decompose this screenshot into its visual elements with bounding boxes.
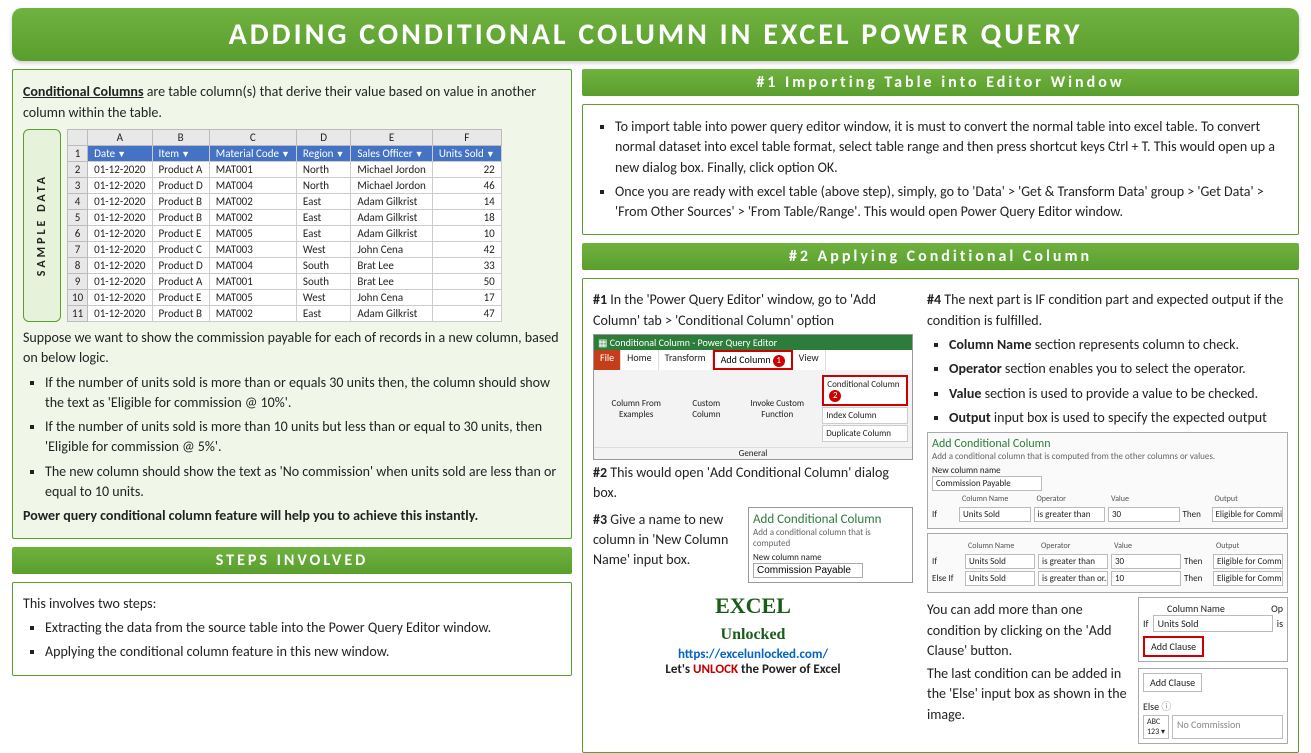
list-item: Once you are ready with excel table (abo…	[615, 182, 1288, 223]
tab-transform: Transform	[659, 350, 713, 370]
step1-num: #1	[593, 291, 607, 308]
conditional-column-btn: Conditional Column2	[822, 375, 908, 406]
step3-text: Give a name to new column in 'New Column…	[593, 511, 728, 569]
excel-icon: ▦	[598, 336, 607, 349]
sec2-box: #1 In the 'Power Query Editor' window, g…	[582, 278, 1299, 753]
last-cond-text: The last condition can be added in the '…	[927, 664, 1128, 725]
index-column-btn: Index Column	[822, 407, 908, 424]
list-item: Output input box is used to specify the …	[949, 408, 1288, 428]
cond-dialog-screenshot-2: Column NameOperatorValueOutput IfUnits S…	[927, 533, 1288, 593]
steps-box: This involves two steps: Extracting the …	[12, 582, 572, 676]
add-clause-screenshot: Column NameOp IfUnits Soldis Add Clause	[1138, 597, 1288, 662]
step2-num: #2	[593, 464, 607, 481]
list-item: Value section is used to provide a value…	[949, 384, 1288, 404]
new-column-name-input	[753, 563, 863, 578]
steps-list: Extracting the data from the source tabl…	[23, 618, 561, 663]
tab-add-column: Add Column1	[713, 350, 793, 370]
logic-list: If the number of units sold is more than…	[23, 373, 561, 503]
step1-text: In the 'Power Query Editor' window, go t…	[593, 291, 876, 328]
list-item: If the number of units sold is more than…	[45, 373, 561, 414]
list-item: To import table into power query editor …	[615, 117, 1288, 178]
step2-text: This would open 'Add Conditional Column'…	[593, 464, 889, 501]
list-item: Operator section enables you to select t…	[949, 359, 1288, 379]
step4-num: #4	[927, 291, 941, 308]
site-link[interactable]: https://excelunlocked.com/	[678, 647, 828, 662]
add-clause-button: Add Clause	[1143, 636, 1204, 657]
steps-header: STEPS INVOLVED	[12, 547, 572, 574]
tab-home: Home	[621, 350, 658, 370]
list-item: If the number of units sold is more than…	[45, 417, 561, 458]
sec1-header: #1 Importing Table into Editor Window	[582, 69, 1299, 96]
list-item: Extracting the data from the source tabl…	[45, 618, 561, 638]
cond-dialog-screenshot: Add Conditional Column Add a conditional…	[927, 432, 1288, 529]
tab-view: View	[793, 350, 826, 370]
list-item: Column Name section represents column to…	[949, 335, 1288, 355]
logo-area: EXCELUnlocked https://excelunlocked.com/…	[593, 593, 913, 677]
list-item: The new column should show the text as '…	[45, 462, 561, 503]
ribbon-screenshot: ▦ Conditional Column - Power Query Edito…	[593, 334, 913, 460]
page-title: ADDING CONDITIONAL COLUMN IN EXCEL POWER…	[12, 8, 1299, 61]
add-cond-dialog-mini: Add Conditional Column Add a conditional…	[748, 507, 913, 583]
conclusion: Power query conditional column feature w…	[23, 506, 561, 526]
step3-num: #3	[593, 511, 607, 528]
steps-intro: This involves two steps:	[23, 594, 561, 614]
term: Conditional Columns	[23, 83, 144, 100]
intro-box: Conditional Columns are table column(s) …	[12, 69, 572, 539]
sec1-box: To import table into power query editor …	[582, 104, 1299, 235]
sample-table: ABCDEF 1Date▼Item▼Material Code▼Region▼S…	[67, 129, 502, 322]
callout-1: 1	[773, 355, 785, 367]
more-cond-text: You can add more than one condition by c…	[927, 600, 1128, 661]
step4-bullets: Column Name section represents column to…	[927, 335, 1288, 428]
callout-2: 2	[829, 390, 841, 402]
step4-text: The next part is IF condition part and e…	[927, 291, 1283, 328]
tab-file: File	[594, 350, 621, 370]
list-item: Applying the conditional column feature …	[45, 642, 561, 662]
suppose-text: Suppose we want to show the commission p…	[23, 328, 561, 369]
else-screenshot: Add Clause Else ⓘ ABC123 ▾No Commission	[1138, 668, 1288, 744]
duplicate-column-btn: Duplicate Column	[822, 425, 908, 442]
sec2-header: #2 Applying Conditional Column	[582, 243, 1299, 270]
sample-label: SAMPLE DATA	[23, 129, 61, 322]
